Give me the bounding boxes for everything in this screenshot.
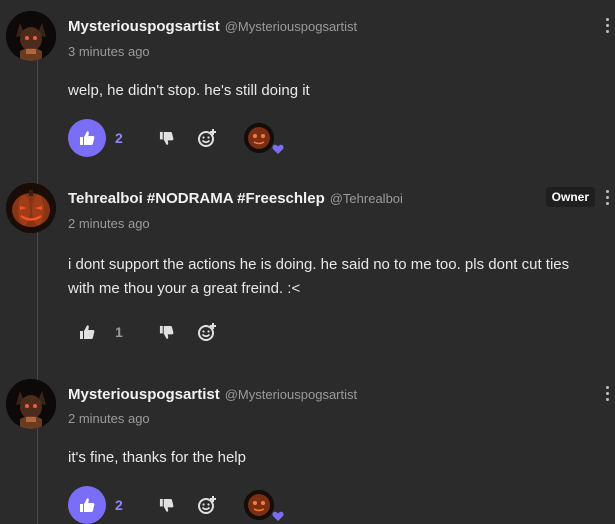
comment-text: welp, he didn't stop. he's still doing i… [68, 82, 310, 99]
add-emoji-icon [198, 496, 216, 514]
more-options-icon[interactable] [603, 386, 611, 406]
dislike-button[interactable] [155, 321, 177, 343]
add-reaction-button[interactable] [196, 127, 218, 149]
username[interactable]: Tehrealboi #NODRAMA #Freeschlep @Tehrealb… [68, 190, 403, 207]
add-emoji-icon [198, 129, 216, 147]
user-handle: @Tehrealboi [329, 191, 403, 206]
timestamp: 3 minutes ago [68, 44, 150, 59]
thumbs-up-icon [80, 131, 95, 145]
reactor-avatar[interactable] [244, 490, 274, 520]
like-count: 2 [115, 497, 123, 513]
add-reaction-button[interactable] [196, 321, 218, 343]
thumbs-down-icon [159, 325, 173, 339]
timestamp: 2 minutes ago [68, 216, 150, 231]
username[interactable]: Mysteriouspogsartist @Mysteriouspogsartis… [68, 18, 357, 35]
comment-text: it's fine, thanks for the help [68, 449, 246, 466]
dislike-button[interactable] [155, 127, 177, 149]
like-button[interactable] [68, 119, 106, 157]
owner-badge: Owner [545, 187, 595, 207]
thumbs-up-icon [80, 325, 95, 339]
dislike-button[interactable] [155, 494, 177, 516]
username-text[interactable]: Mysteriouspogsartist [68, 386, 220, 403]
add-emoji-icon [198, 323, 216, 341]
more-options-icon[interactable] [603, 190, 611, 210]
user-avatar[interactable] [6, 379, 56, 429]
user-handle: @Mysteriouspogsartist [224, 387, 358, 402]
more-options-icon[interactable] [603, 18, 611, 38]
like-count: 2 [115, 130, 123, 146]
reactor-avatar[interactable] [244, 123, 274, 153]
user-avatar[interactable] [6, 11, 56, 61]
like-button[interactable] [68, 313, 106, 351]
username-text[interactable]: Tehrealboi #NODRAMA #Freeschlep [68, 190, 325, 207]
thread-line [37, 60, 38, 524]
comment-text: i dont support the actions he is doing. … [68, 256, 570, 297]
thumbs-down-icon [159, 498, 173, 512]
username[interactable]: Mysteriouspogsartist @Mysteriouspogsartis… [68, 386, 357, 403]
add-reaction-button[interactable] [196, 494, 218, 516]
like-button[interactable] [68, 486, 106, 524]
timestamp: 2 minutes ago [68, 411, 150, 426]
user-handle: @Mysteriouspogsartist [224, 19, 358, 34]
heart-reaction-icon [272, 511, 284, 521]
heart-reaction-icon [272, 144, 284, 154]
like-count: 1 [115, 324, 123, 340]
thumbs-up-icon [80, 498, 95, 512]
user-avatar[interactable] [6, 183, 56, 233]
username-text[interactable]: Mysteriouspogsartist [68, 18, 220, 35]
thumbs-down-icon [159, 131, 173, 145]
